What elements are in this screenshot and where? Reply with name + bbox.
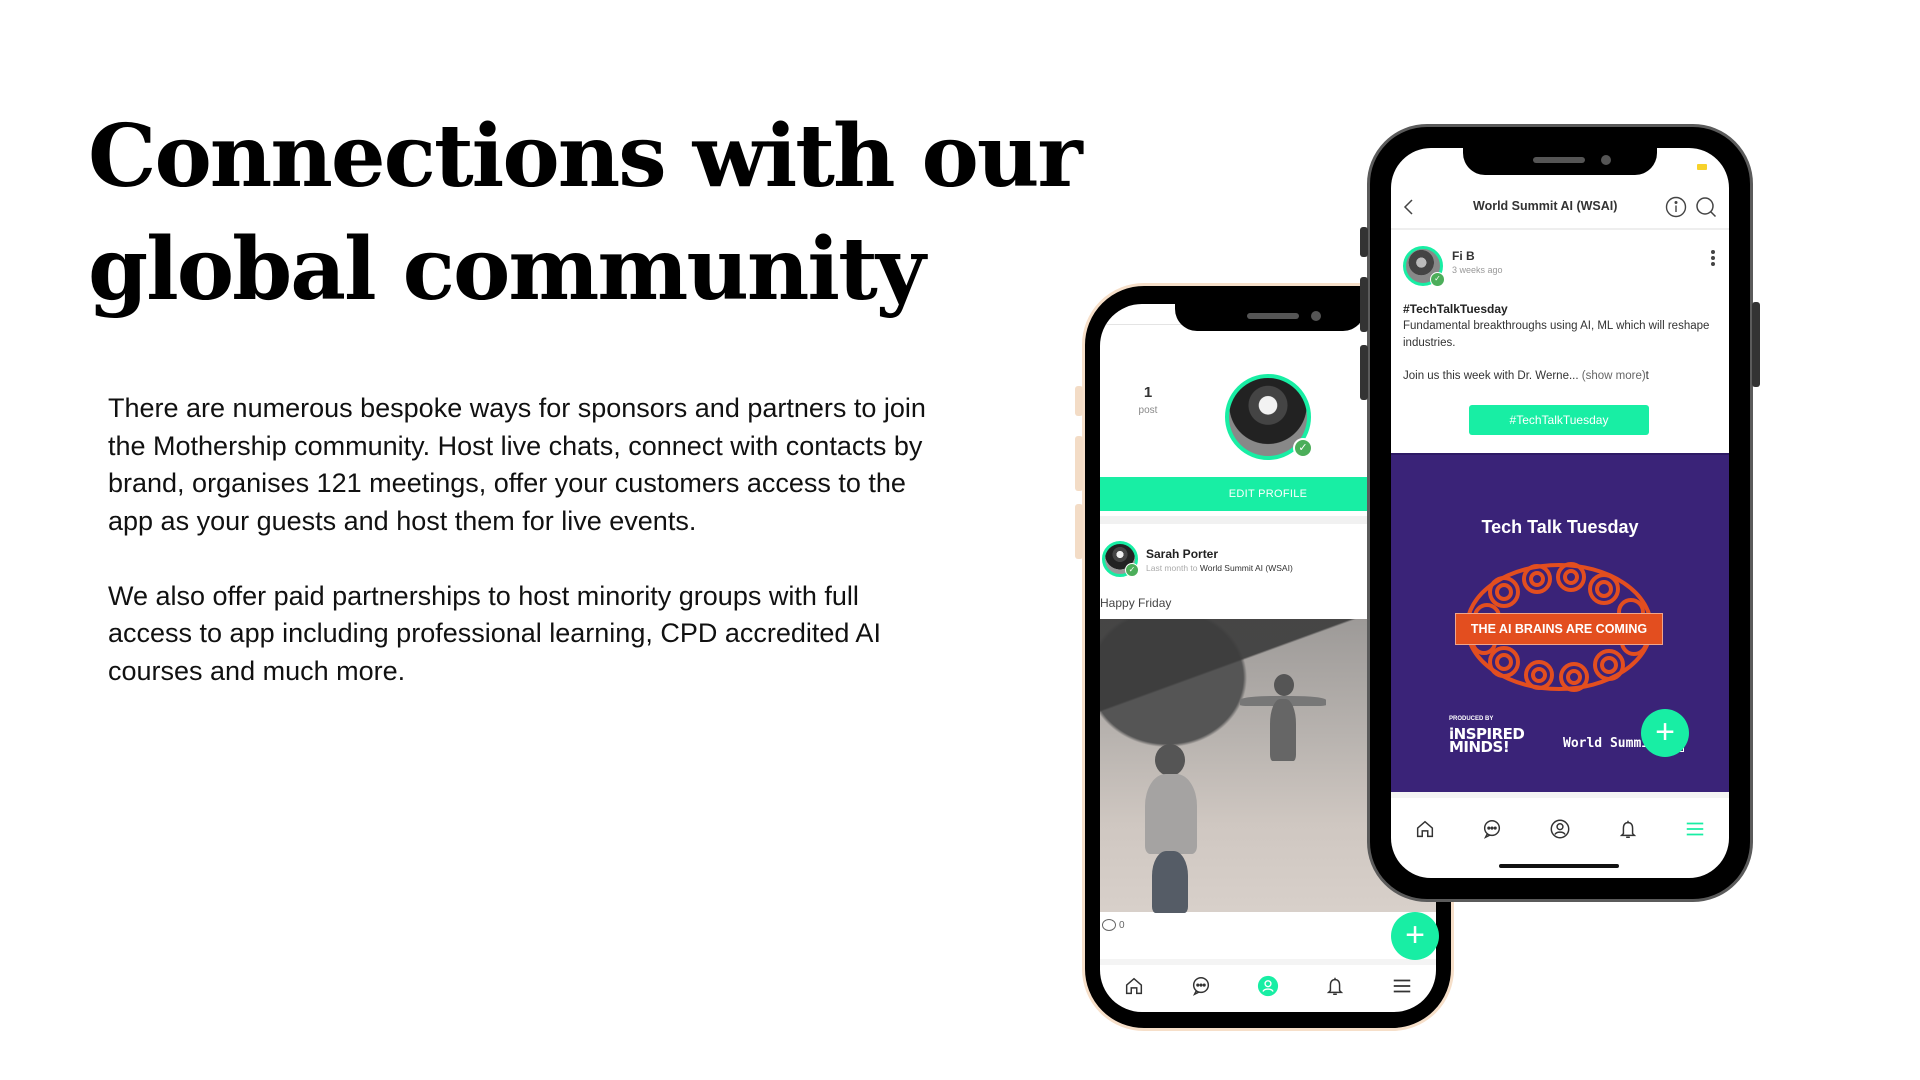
home-indicator[interactable] — [1499, 864, 1619, 868]
speaker — [1533, 157, 1585, 163]
banner-tagline: THE AI BRAINS ARE COMING — [1455, 613, 1663, 645]
author-avatar[interactable]: ✓ — [1102, 541, 1139, 577]
post-hashtag: #TechTalkTuesday — [1403, 302, 1508, 316]
comments-count[interactable]: 0 — [1102, 919, 1125, 931]
notch — [1175, 304, 1365, 331]
chat-icon[interactable] — [1480, 817, 1504, 841]
photo-child-legs — [1152, 851, 1188, 913]
profile-avatar[interactable]: ✓ — [1225, 374, 1313, 460]
profile-icon[interactable] — [1548, 817, 1572, 841]
hashtag-button[interactable]: #TechTalkTuesday — [1469, 405, 1649, 435]
profile-icon[interactable] — [1256, 974, 1280, 998]
volume-down-button — [1075, 504, 1083, 559]
group-title: World Summit AI (WSAI) — [1473, 199, 1618, 213]
post-meta: Last month to World Summit AI (WSAI) — [1146, 563, 1293, 573]
photo-child2-head — [1274, 674, 1294, 696]
body-copy: There are numerous bespoke ways for spon… — [108, 390, 928, 728]
bottom-tab-bar — [1391, 806, 1729, 852]
author-avatar[interactable]: ✓ — [1403, 246, 1445, 287]
bell-icon[interactable] — [1323, 974, 1347, 998]
slide-title: Connections with our global community — [88, 100, 1088, 326]
verified-check-icon: ✓ — [1293, 438, 1313, 458]
post-author[interactable]: Sarah Porter — [1146, 547, 1218, 561]
camera — [1601, 155, 1611, 165]
post-trailing: t — [1645, 370, 1649, 382]
menu-icon[interactable] — [1683, 817, 1707, 841]
post-meta-group[interactable]: World Summit AI (WSAI) — [1200, 563, 1293, 573]
verified-check-icon: ✓ — [1430, 272, 1445, 287]
post-join-line: Join us this week with Dr. Werne... (sho… — [1403, 370, 1649, 382]
mute-switch — [1075, 386, 1083, 416]
home-icon[interactable] — [1413, 817, 1437, 841]
menu-icon[interactable] — [1390, 974, 1414, 998]
search-icon[interactable] — [1695, 196, 1717, 218]
comment-count-value: 0 — [1119, 919, 1125, 931]
mute-switch — [1360, 227, 1368, 257]
title-line-2: global community — [88, 219, 926, 320]
power-button — [1752, 302, 1760, 387]
speaker — [1247, 313, 1299, 319]
post-count[interactable]: 1 post — [1128, 384, 1168, 416]
post-count-label: post — [1138, 405, 1158, 416]
produced-by-label: PRODUCED BY — [1449, 716, 1494, 722]
paragraph-2: We also offer paid partnerships to host … — [108, 580, 881, 686]
volume-up-button — [1075, 436, 1083, 491]
more-options-icon[interactable] — [1711, 250, 1715, 266]
volume-up-button — [1360, 277, 1368, 332]
chat-icon[interactable] — [1189, 974, 1213, 998]
battery-icon — [1697, 164, 1707, 170]
phone-group-mockup: World Summit AI (WSAI) ✓ Fi B 3 weeks ag… — [1360, 124, 1760, 902]
photo-child2-body — [1270, 699, 1296, 761]
paragraph-1: There are numerous bespoke ways for spon… — [108, 393, 926, 536]
create-post-fab[interactable]: + — [1391, 912, 1439, 960]
info-icon[interactable] — [1665, 196, 1687, 218]
post-time: 3 weeks ago — [1452, 265, 1503, 275]
notch — [1463, 148, 1657, 175]
camera — [1311, 311, 1321, 321]
comment-icon — [1102, 919, 1116, 931]
photo-child-body — [1145, 774, 1197, 854]
group-post: ✓ Fi B 3 weeks ago #TechTalkTuesday Fund… — [1391, 232, 1729, 453]
post-meta-prefix: Last month to — [1146, 563, 1198, 573]
post-text: Happy Friday — [1100, 596, 1172, 610]
tabbar-divider — [1391, 792, 1729, 798]
volume-down-button — [1360, 345, 1368, 400]
post-count-value: 1 — [1143, 384, 1153, 401]
verified-check-icon: ✓ — [1125, 563, 1139, 577]
post-join-text: Join us this week with Dr. Werne... — [1403, 370, 1579, 382]
bottom-tab-bar — [1100, 966, 1436, 1006]
group-screen: World Summit AI (WSAI) ✓ Fi B 3 weeks ag… — [1391, 148, 1729, 878]
show-more-link[interactable]: (show more) — [1582, 370, 1646, 382]
photo-child-head — [1155, 744, 1185, 776]
create-post-fab[interactable]: + — [1641, 709, 1689, 757]
bell-icon[interactable] — [1616, 817, 1640, 841]
tabbar-divider — [1100, 959, 1436, 965]
group-top-bar: World Summit AI (WSAI) — [1391, 184, 1729, 230]
back-arrow-icon[interactable] — [1401, 196, 1417, 218]
banner-title: Tech Talk Tuesday — [1481, 517, 1639, 537]
title-line-1: Connections with our — [88, 106, 1083, 207]
post-author[interactable]: Fi B — [1452, 249, 1475, 263]
inspired-minds-logo: iNSPIRED MINDS! — [1449, 727, 1525, 755]
home-icon[interactable] — [1122, 974, 1146, 998]
post-body: Fundamental breakthroughs using AI, ML w… — [1403, 320, 1710, 349]
